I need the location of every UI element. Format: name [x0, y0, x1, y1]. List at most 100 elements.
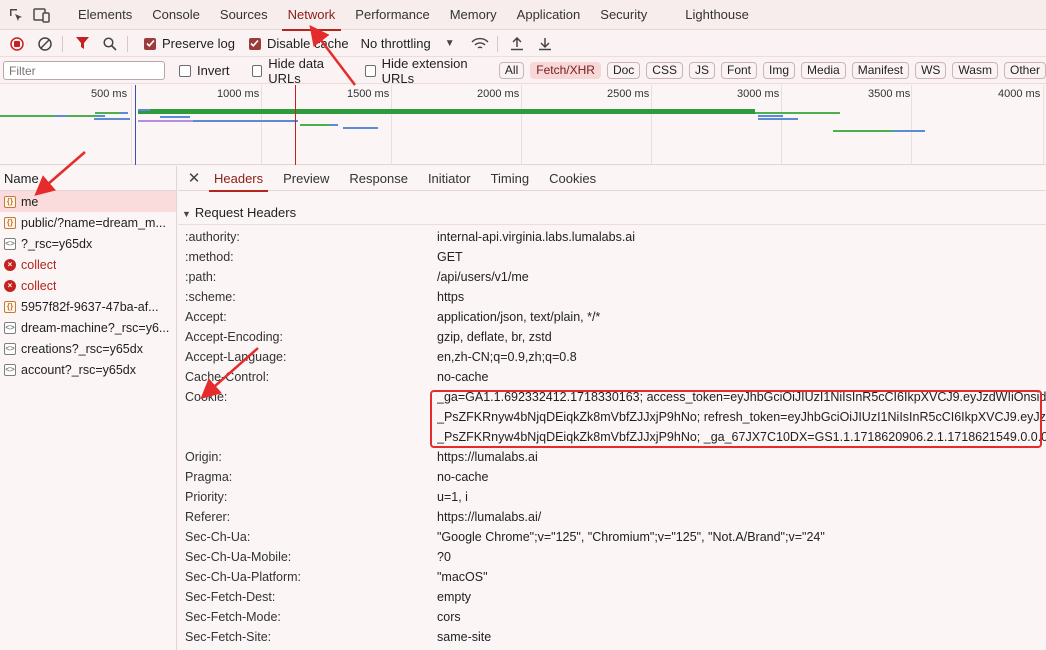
- network-toolbar: Preserve log Disable cache No throttling…: [0, 31, 1046, 57]
- close-icon[interactable]: ✕: [185, 169, 203, 187]
- import-har-icon[interactable]: [506, 33, 528, 55]
- header-name: Origin:: [185, 450, 222, 464]
- invert-label: Invert: [197, 63, 230, 78]
- error-icon: ×: [4, 279, 16, 292]
- request-name: public/?name=dream_m...: [21, 215, 166, 230]
- header-name: Accept-Language:: [185, 350, 287, 364]
- request-row[interactable]: <> account?_rsc=y65dx: [0, 359, 176, 380]
- network-conditions-icon[interactable]: [469, 33, 491, 55]
- type-filter-doc[interactable]: Doc: [606, 62, 641, 79]
- tab-memory[interactable]: Memory: [440, 0, 507, 30]
- request-name: collect: [21, 257, 57, 272]
- request-row[interactable]: {} 5957f82f-9637-47ba-af...: [0, 296, 176, 317]
- hide-extension-urls-checkbox[interactable]: Hide extension URLs: [364, 56, 489, 86]
- tab-sources[interactable]: Sources: [210, 0, 278, 30]
- request-name: creations?_rsc=y65dx: [21, 341, 143, 356]
- checkbox-unchecked-icon: [179, 64, 191, 77]
- header-name: Sec-Fetch-Dest:: [185, 590, 276, 604]
- type-filter-font[interactable]: Font: [721, 62, 758, 79]
- document-icon: <>: [4, 237, 16, 250]
- tab-network[interactable]: Network: [278, 0, 346, 31]
- type-filter-css[interactable]: CSS: [646, 62, 683, 79]
- document-icon: <>: [4, 363, 16, 376]
- header-row: :authority: internal-api.virginia.labs.lu…: [178, 227, 1046, 247]
- header-row: Referer: https://lumalabs.ai/: [178, 507, 1046, 527]
- request-row[interactable]: <> ?_rsc=y65dx: [0, 233, 176, 254]
- tab-application[interactable]: Application: [507, 0, 591, 30]
- preserve-log-label: Preserve log: [162, 36, 235, 51]
- request-row[interactable]: {} public/?name=dream_m...: [0, 212, 176, 233]
- request-row[interactable]: {} me: [0, 191, 176, 212]
- type-filter-all[interactable]: All: [498, 62, 525, 79]
- header-row: :method: GET: [178, 247, 1046, 267]
- detail-tab-timing[interactable]: Timing: [482, 166, 539, 191]
- search-icon[interactable]: [99, 33, 121, 55]
- toolbar-divider: [496, 35, 498, 52]
- request-list: Name {} me {} public/?name=dream_m... <> ?_rs…: [0, 166, 177, 650]
- throttling-select[interactable]: No throttling ▼: [361, 36, 455, 51]
- header-value: cors: [437, 610, 461, 624]
- fetch-xhr-icon: {}: [4, 195, 16, 208]
- export-har-icon[interactable]: [534, 33, 556, 55]
- load-event-marker: [295, 85, 296, 165]
- header-value: gzip, deflate, br, zstd: [437, 330, 552, 344]
- detail-tab-bar: ✕ Headers Preview Response Initiator Timing C…: [178, 166, 1046, 192]
- header-row: Origin: https://lumalabs.ai: [178, 447, 1046, 467]
- inspect-element-icon[interactable]: [6, 5, 26, 25]
- hide-data-urls-checkbox[interactable]: Hide data URLs: [251, 56, 349, 86]
- tab-lighthouse[interactable]: Lighthouse: [675, 0, 759, 30]
- tab-console[interactable]: Console: [142, 0, 210, 30]
- tab-performance[interactable]: Performance: [345, 0, 439, 30]
- request-name: 5957f82f-9637-47ba-af...: [21, 299, 159, 314]
- chevron-down-icon: ▼: [444, 38, 455, 49]
- invert-checkbox[interactable]: Invert: [179, 63, 230, 78]
- preserve-log-checkbox[interactable]: Preserve log: [144, 36, 235, 51]
- request-headers-section[interactable]: ▼ Request Headers: [178, 201, 1046, 225]
- header-value: https://lumalabs.ai: [437, 450, 538, 464]
- header-value: same-site: [437, 630, 492, 644]
- header-name: Sec-Ch-Ua-Mobile:: [185, 550, 292, 564]
- header-name: :scheme:: [185, 290, 236, 304]
- request-row[interactable]: × collect: [0, 275, 176, 296]
- clear-icon[interactable]: [34, 33, 56, 55]
- header-name: Sec-Fetch-Mode:: [185, 610, 281, 624]
- tab-security[interactable]: Security: [590, 0, 657, 30]
- header-name: Accept:: [185, 310, 227, 324]
- detail-tab-headers[interactable]: Headers: [205, 166, 272, 192]
- header-value: "Google Chrome";v="125", "Chromium";v="1…: [437, 530, 825, 544]
- detail-tab-cookies[interactable]: Cookies: [540, 166, 605, 191]
- filter-funnel-icon[interactable]: [71, 33, 93, 55]
- type-filter-js[interactable]: JS: [688, 62, 715, 79]
- type-filter-wasm[interactable]: Wasm: [952, 62, 998, 79]
- detail-tab-preview[interactable]: Preview: [274, 166, 338, 191]
- filter-input[interactable]: [3, 61, 165, 80]
- timeline-overview[interactable]: 500 ms 1000 ms 1500 ms 2000 ms 2500 ms 3…: [0, 85, 1046, 165]
- waterfall-bars: [0, 109, 925, 132]
- name-column-header[interactable]: Name: [0, 166, 176, 191]
- header-name: :authority:: [185, 230, 240, 244]
- header-name: :method:: [185, 250, 234, 264]
- type-filter-other[interactable]: Other: [1003, 62, 1046, 79]
- header-name: :path:: [185, 270, 217, 284]
- header-row: Cache-Control: no-cache: [178, 367, 1046, 387]
- header-value: u=1, i: [437, 490, 468, 504]
- type-filter-img[interactable]: Img: [763, 62, 796, 79]
- request-name: collect: [21, 278, 57, 293]
- type-filter-manifest[interactable]: Manifest: [851, 62, 910, 79]
- type-filter-fetch-xhr[interactable]: Fetch/XHR: [530, 62, 601, 79]
- request-row[interactable]: × collect: [0, 254, 176, 275]
- type-filter-media[interactable]: Media: [801, 62, 846, 79]
- detail-tab-response[interactable]: Response: [340, 166, 417, 191]
- record-stop-icon[interactable]: [6, 33, 28, 55]
- section-title-label: Request Headers: [194, 205, 297, 220]
- header-value: "macOS": [437, 570, 488, 584]
- request-row[interactable]: <> creations?_rsc=y65dx: [0, 338, 176, 359]
- header-row: :scheme: https: [178, 287, 1046, 307]
- request-row[interactable]: <> dream-machine?_rsc=y6...: [0, 317, 176, 338]
- disable-cache-checkbox[interactable]: Disable cache: [248, 36, 349, 51]
- toolbar-divider: [127, 35, 128, 52]
- detail-tab-initiator[interactable]: Initiator: [419, 166, 480, 191]
- tab-elements[interactable]: Elements: [68, 0, 142, 30]
- type-filter-ws[interactable]: WS: [915, 62, 947, 79]
- device-toolbar-icon[interactable]: [32, 5, 52, 25]
